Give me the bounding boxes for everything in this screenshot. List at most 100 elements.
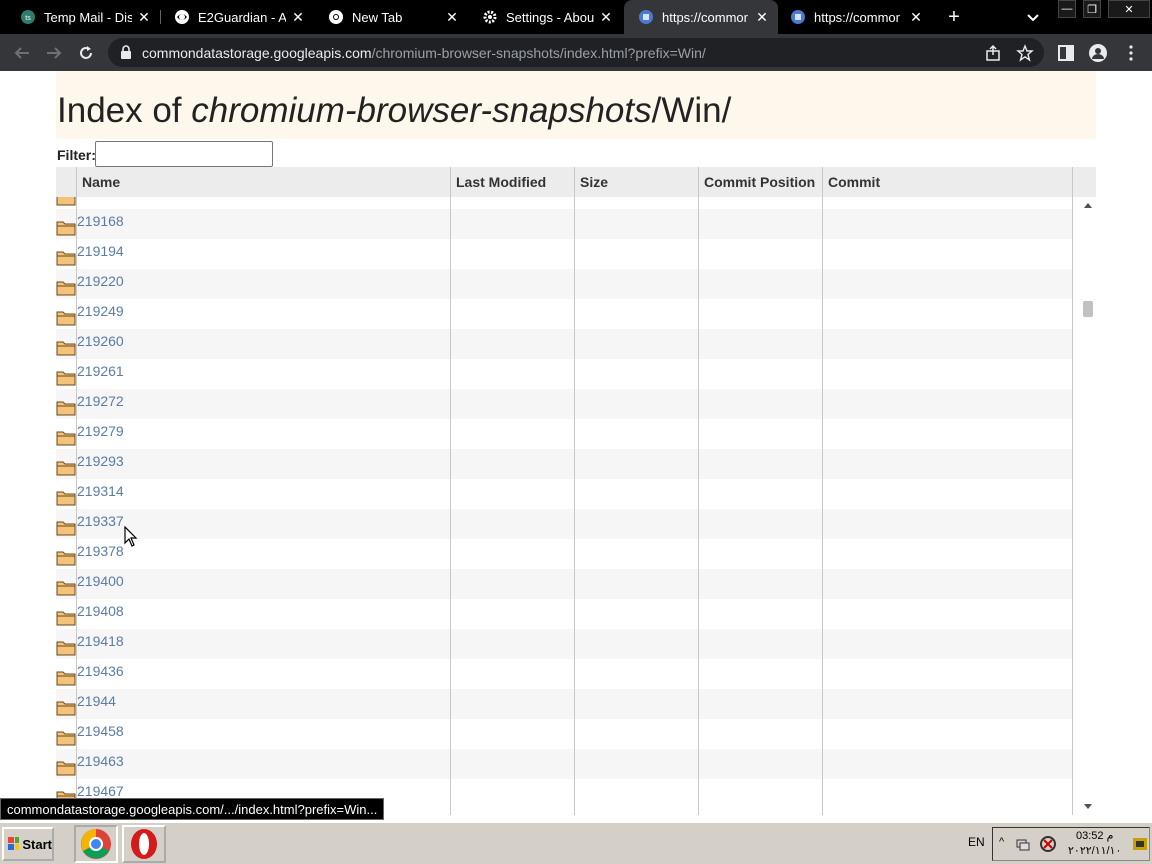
volume-muted-icon[interactable] <box>1039 835 1057 853</box>
folder-link[interactable]: 219418 <box>77 633 124 649</box>
folder-link[interactable]: 219194 <box>77 243 124 259</box>
folder-link[interactable]: 219458 <box>77 723 124 739</box>
close-icon[interactable]: ✕ <box>136 9 152 25</box>
notification-icon[interactable] <box>1133 838 1147 850</box>
lock-icon <box>120 45 132 64</box>
folder-link[interactable]: 219337 <box>77 513 124 529</box>
clock-date: ٢٠٢٢/١١/١٠ <box>1068 845 1122 857</box>
star-icon[interactable] <box>1016 44 1034 62</box>
folder-icon <box>56 249 76 266</box>
new-tab-button[interactable]: + <box>944 7 964 27</box>
folder-link[interactable]: 21944 <box>77 693 116 709</box>
title-bucket: chromium-browser-snapshots <box>191 91 652 130</box>
taskbar-chrome[interactable] <box>74 825 118 863</box>
filter-input[interactable] <box>95 141 273 167</box>
reload-button[interactable] <box>75 42 97 64</box>
arrow-left-icon <box>14 47 29 59</box>
back-button[interactable] <box>11 42 33 64</box>
scrollbar-thumb[interactable] <box>1083 301 1093 317</box>
table-row: 219220 <box>56 269 1072 299</box>
chevron-down-icon[interactable] <box>1024 8 1042 26</box>
folder-link[interactable]: 219133 <box>77 197 124 199</box>
folder-link[interactable]: 219293 <box>77 453 124 469</box>
table-row: 219272 <box>56 389 1072 419</box>
folder-link[interactable]: 219249 <box>77 303 124 319</box>
folder-icon <box>56 549 76 566</box>
url-host: commondatastorage.googleapis.com <box>142 45 372 61</box>
table-row: 219436 <box>56 659 1072 689</box>
language-indicator[interactable]: EN <box>968 835 985 849</box>
column-divider <box>1072 167 1073 815</box>
tab-e2guardian[interactable]: E2Guardian - A ✕ <box>154 0 314 34</box>
address-bar[interactable]: commondatastorage.googleapis.com/chromiu… <box>108 38 1044 67</box>
table-row: 219249 <box>56 299 1072 329</box>
close-window-button[interactable]: ✕ <box>1108 0 1150 18</box>
restore-button[interactable]: ❐ <box>1083 0 1101 18</box>
folder-link[interactable]: 219220 <box>77 273 124 289</box>
folder-link[interactable]: 219272 <box>77 393 124 409</box>
taskbar-opera[interactable] <box>122 825 166 863</box>
folder-link[interactable]: 219168 <box>77 213 124 229</box>
tab-temp-mail[interactable]: ts Temp Mail - Dis ✕ <box>0 0 160 34</box>
folder-link[interactable]: 219378 <box>77 543 124 559</box>
svg-text:ts: ts <box>25 15 31 22</box>
folder-link[interactable]: 219279 <box>77 423 124 439</box>
folder-icon <box>56 197 76 206</box>
folder-icon <box>56 429 76 446</box>
folder-link[interactable]: 219408 <box>77 603 124 619</box>
tab-settings[interactable]: Settings - Abou ✕ <box>462 0 622 34</box>
folder-link[interactable]: 219436 <box>77 663 124 679</box>
scroll-up-arrow-icon[interactable] <box>1084 203 1092 208</box>
minimize-button[interactable]: — <box>1058 0 1076 18</box>
start-button[interactable]: Start <box>2 827 54 861</box>
folder-link[interactable]: 219463 <box>77 753 124 769</box>
close-icon[interactable]: ✕ <box>754 9 770 25</box>
column-header-size[interactable]: Size <box>574 167 608 197</box>
close-icon[interactable]: ✕ <box>444 9 460 25</box>
folder-icon <box>56 579 76 596</box>
folder-link[interactable]: 219400 <box>77 573 124 589</box>
folder-link[interactable]: 219261 <box>77 363 124 379</box>
close-icon[interactable]: ✕ <box>908 9 924 25</box>
folder-link[interactable]: 219260 <box>77 333 124 349</box>
folder-icon <box>56 639 76 656</box>
tab-label: New Tab <box>352 9 403 25</box>
table-row: 219458 <box>56 719 1072 749</box>
tab-new-tab[interactable]: New Tab ✕ <box>308 0 468 34</box>
folder-link[interactable]: 219314 <box>77 483 124 499</box>
table-row: 219194 <box>56 239 1072 269</box>
kebab-menu-icon[interactable] <box>1121 43 1141 63</box>
tray-expand-icon[interactable]: ^ <box>999 836 1004 848</box>
table-row: 219168 <box>56 209 1072 239</box>
profile-avatar-icon[interactable] <box>1088 43 1108 63</box>
table-scrollbar[interactable] <box>1080 197 1096 815</box>
table-row: 219314 <box>56 479 1072 509</box>
column-header-commit-position[interactable]: Commit Position <box>698 167 815 197</box>
folder-icon <box>56 339 76 356</box>
column-header-name[interactable]: Name <box>76 167 120 197</box>
tab-label: https://commor <box>814 9 900 25</box>
folder-link[interactable]: 219467 <box>77 783 124 799</box>
share-icon[interactable] <box>984 44 1002 62</box>
table-row: 219418 <box>56 629 1072 659</box>
column-divider <box>698 167 699 815</box>
tab-commondatastorage[interactable]: https://commor ✕ <box>778 0 932 34</box>
folder-icon <box>56 369 76 386</box>
forward-button[interactable] <box>43 42 65 64</box>
column-header-last-modified[interactable]: Last Modified <box>450 167 546 197</box>
tab-label: https://commor <box>662 9 748 25</box>
browser-toolbar: commondatastorage.googleapis.com/chromiu… <box>0 34 1152 71</box>
column-header-commit[interactable]: Commit <box>822 167 880 197</box>
close-icon[interactable]: ✕ <box>290 9 306 25</box>
url-text: commondatastorage.googleapis.com/chromiu… <box>142 45 706 61</box>
folder-icon <box>56 459 76 476</box>
network-icon[interactable] <box>1015 836 1031 852</box>
table-row: 21944 <box>56 689 1072 719</box>
side-panel-icon[interactable] <box>1056 43 1076 63</box>
scroll-down-arrow-icon[interactable] <box>1084 804 1092 809</box>
close-icon[interactable]: ✕ <box>598 9 614 25</box>
tab-commondatastorage-active[interactable]: https://commor ✕ <box>624 0 778 34</box>
clock-time: 03:52 م <box>1076 830 1114 842</box>
start-label: Start <box>22 836 52 852</box>
folder-icon <box>56 729 76 746</box>
